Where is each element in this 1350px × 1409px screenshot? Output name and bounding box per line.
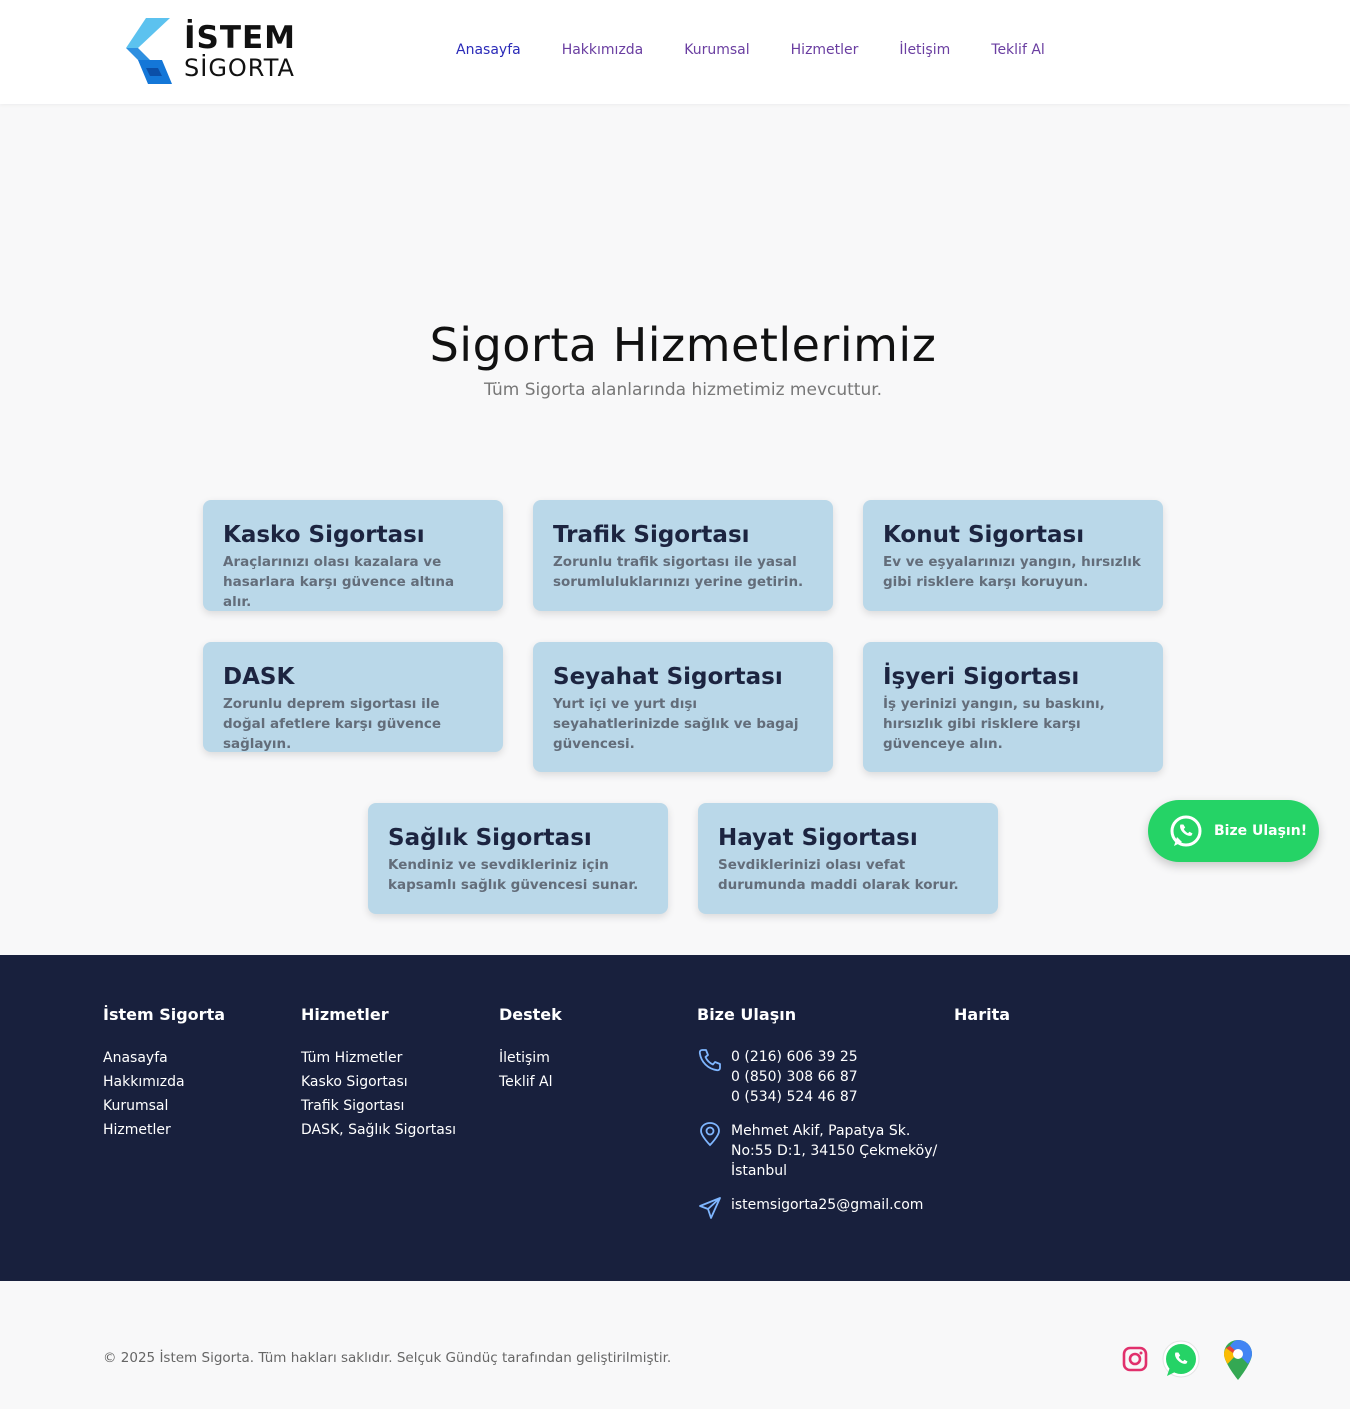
address-line: İstanbul — [731, 1163, 788, 1179]
footer-link-trafik[interactable]: Trafik Sigortası — [301, 1094, 456, 1118]
footer-col-brand: İstem Sigorta Anasayfa Hakkımızda Kurums… — [103, 1005, 225, 1142]
nav-link-teklif-al[interactable]: Teklif Al — [991, 42, 1045, 58]
service-card-seyahat[interactable]: Seyahat Sigortası Yurt içi ve yurt dışı … — [533, 642, 833, 772]
service-card-desc: Araçlarınızı olası kazalara ve hasarlara… — [223, 554, 455, 610]
footer-link-anasayfa[interactable]: Anasayfa — [103, 1046, 225, 1070]
nav-link-hizmetler[interactable]: Hizmetler — [791, 42, 859, 58]
service-card-desc: Yurt içi ve yurt dışı seyahatlerinizde s… — [553, 696, 799, 752]
address-line: No:55 D:1, 34150 Çekmeköy/ — [731, 1143, 938, 1159]
logo-subtitle: SİGORTA — [184, 54, 295, 82]
location-pin-icon — [700, 1122, 720, 1147]
footer-link-dask-saglik[interactable]: DASK, Sağlık Sigortası — [301, 1118, 456, 1142]
footer-col-services: Hizmetler Tüm Hizmetler Kasko Sigortası … — [301, 1005, 456, 1142]
contact-email: istemsigorta25@gmail.com — [697, 1195, 923, 1221]
main-nav: Anasayfa Hakkımızda Kurumsal Hizmetler İ… — [456, 42, 1086, 58]
footer-link-hizmetler[interactable]: Hizmetler — [103, 1118, 225, 1142]
footer-col-support: Destek İletişim Teklif Al — [499, 1005, 562, 1094]
whatsapp-icon — [1170, 815, 1202, 847]
service-card-desc: Ev ve eşyalarınızı yangın, hırsızlık gib… — [883, 554, 1141, 590]
footer-heading: Bize Ulaşın — [697, 1005, 797, 1024]
footer-col-contact: Bize Ulaşın 0 (216) 606 39 25 0 (850) 30… — [697, 1005, 937, 1245]
phone-number[interactable]: 0 (534) 524 46 87 — [731, 1087, 858, 1107]
footer-link-kasko[interactable]: Kasko Sigortası — [301, 1070, 456, 1094]
service-card-kasko[interactable]: Kasko Sigortası Araçlarınızı olası kazal… — [203, 500, 503, 611]
send-icon — [699, 1197, 721, 1219]
service-card-title: Hayat Sigortası — [718, 825, 918, 851]
google-maps-icon[interactable] — [1218, 1339, 1258, 1381]
service-card-title: Trafik Sigortası — [553, 522, 750, 548]
service-card-title: Kasko Sigortası — [223, 522, 425, 548]
email-address[interactable]: istemsigorta25@gmail.com — [731, 1195, 923, 1221]
phone-icon — [698, 1049, 721, 1072]
footer-link-hakkimizda[interactable]: Hakkımızda — [103, 1070, 225, 1094]
footer-heading: Destek — [499, 1005, 562, 1024]
address-line: Mehmet Akif, Papatya Sk. — [731, 1123, 911, 1139]
footer-heading: İstem Sigorta — [103, 1005, 226, 1024]
footer-heading: Hizmetler — [301, 1005, 389, 1024]
service-card-isyeri[interactable]: İşyeri Sigortası İş yerinizi yangın, su … — [863, 642, 1163, 772]
service-card-title: Sağlık Sigortası — [388, 825, 592, 851]
whatsapp-contact-button[interactable]: Bize Ulaşın! — [1148, 800, 1319, 862]
copyright-text: © 2025 İstem Sigorta. Tüm hakları saklıd… — [103, 1350, 672, 1366]
service-card-title: İşyeri Sigortası — [883, 664, 1080, 690]
footer-col-map: Harita — [954, 1005, 1010, 1024]
page-title: Sigorta Hizmetlerimiz — [429, 318, 937, 372]
phone-number[interactable]: 0 (216) 606 39 25 — [731, 1047, 858, 1067]
service-card-title: Konut Sigortası — [883, 522, 1085, 548]
page-subtitle: Tüm Sigorta alanlarında hizmetimiz mevcu… — [483, 380, 883, 400]
service-card-hayat[interactable]: Hayat Sigortası Sevdiklerinizi olası vef… — [698, 803, 998, 914]
footer-heading: Harita — [954, 1005, 1011, 1024]
service-card-desc: Kendiniz ve sevdikleriniz için kapsamlı … — [388, 857, 639, 893]
phone-number[interactable]: 0 (850) 308 66 87 — [731, 1067, 858, 1087]
footer-link-tum-hizmetler[interactable]: Tüm Hizmetler — [301, 1046, 456, 1070]
nav-link-kurumsal[interactable]: Kurumsal — [684, 42, 749, 58]
logo-mark-icon — [126, 18, 172, 84]
nav-link-hakkimizda[interactable]: Hakkımızda — [562, 42, 644, 58]
service-card-desc: Sevdiklerinizi olası vefat durumunda mad… — [718, 857, 959, 893]
site-footer: İstem Sigorta Anasayfa Hakkımızda Kurums… — [0, 955, 1350, 1281]
service-card-title: DASK — [223, 664, 295, 690]
service-card-trafik[interactable]: Trafik Sigortası Zorunlu trafik sigortas… — [533, 500, 833, 611]
logo-title: İSTEM — [184, 20, 297, 56]
nav-link-iletisim[interactable]: İletişim — [899, 42, 950, 58]
contact-address: Mehmet Akif, Papatya Sk. No:55 D:1, 3415… — [697, 1121, 937, 1181]
contact-phones: 0 (216) 606 39 25 0 (850) 308 66 87 0 (5… — [697, 1047, 858, 1107]
service-card-dask[interactable]: DASK Zorunlu deprem sigortası ile doğal … — [203, 642, 503, 752]
footer-link-iletisim[interactable]: İletişim — [499, 1046, 562, 1070]
site-header: İSTEM SİGORTA Anasayfa Hakkımızda Kurums… — [0, 0, 1350, 104]
site-logo[interactable]: İSTEM SİGORTA — [120, 18, 300, 86]
whatsapp-button-label: Bize Ulaşın! — [1214, 823, 1308, 839]
service-card-desc: Zorunlu trafik sigortası ile yasal sorum… — [553, 554, 804, 590]
whatsapp-icon[interactable] — [1160, 1339, 1200, 1381]
service-card-desc: İş yerinizi yangın, su baskını, hırsızlı… — [883, 696, 1105, 752]
service-card-title: Seyahat Sigortası — [553, 664, 783, 690]
service-card-konut[interactable]: Konut Sigortası Ev ve eşyalarınızı yangı… — [863, 500, 1163, 611]
nav-link-anasayfa[interactable]: Anasayfa — [456, 42, 521, 58]
footer-link-teklif-al[interactable]: Teklif Al — [499, 1070, 562, 1094]
service-card-desc: Zorunlu deprem sigortası ile doğal afetl… — [223, 696, 442, 752]
bottom-bar: © 2025 İstem Sigorta. Tüm hakları saklıd… — [0, 1281, 1350, 1409]
instagram-icon[interactable] — [1116, 1339, 1156, 1381]
service-card-saglik[interactable]: Sağlık Sigortası Kendiniz ve sevdiklerin… — [368, 803, 668, 914]
footer-link-kurumsal[interactable]: Kurumsal — [103, 1094, 225, 1118]
